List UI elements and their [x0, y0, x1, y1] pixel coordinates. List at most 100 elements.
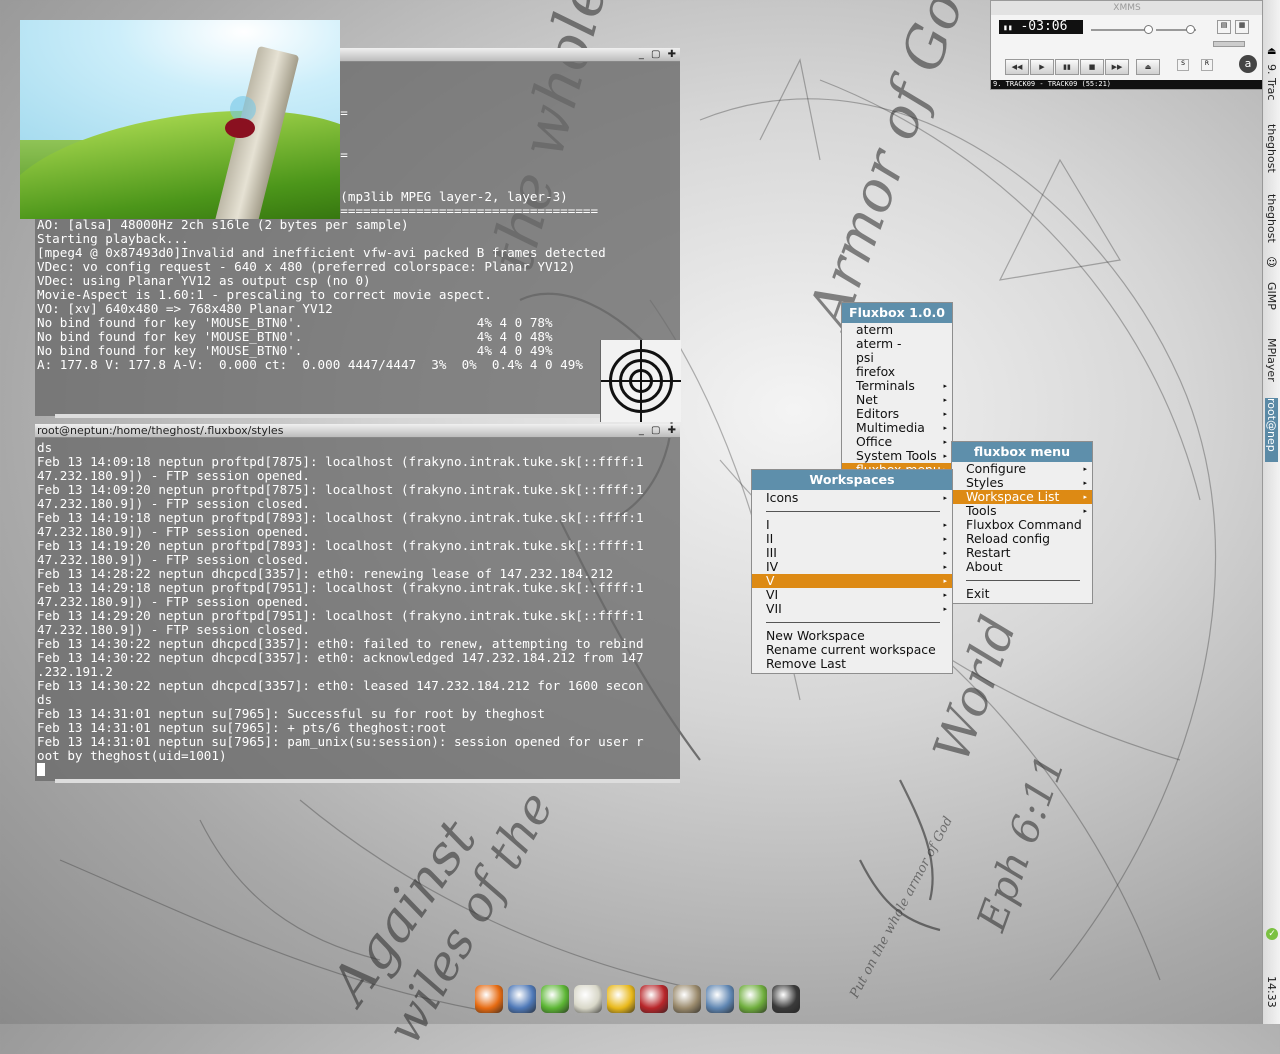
menu-item[interactable]: Multimedia ▸: [842, 421, 952, 435]
iconbar-item[interactable]: GIMP: [1265, 282, 1278, 310]
clock: 14:33: [1265, 976, 1278, 1008]
menu-item[interactable]: aterm: [842, 323, 952, 337]
flame-icon[interactable]: [772, 985, 800, 1013]
window-buttons[interactable]: _ ▢ ✚: [639, 48, 678, 61]
window-buttons[interactable]: _ ▢ ✚: [639, 424, 678, 437]
menu-item[interactable]: Restart: [952, 546, 1092, 560]
menu-item[interactable]: V ▸: [752, 574, 952, 588]
xmms-logo-icon[interactable]: a: [1239, 55, 1257, 73]
menu-item[interactable]: I ▸: [752, 518, 952, 532]
image-viewer-icon[interactable]: [706, 985, 734, 1013]
terminal-line: [mpeg4 @ 0x87493d0]Invalid and inefficie…: [37, 245, 606, 260]
menu-item[interactable]: VI ▸: [752, 588, 952, 602]
terminal-line: Feb 13 14:19:20 neptun proftpd[7893]: lo…: [37, 538, 644, 553]
iconbar-item-active[interactable]: root@nep: [1265, 398, 1278, 462]
submenu-arrow-icon: ▸: [943, 605, 947, 613]
menu-item[interactable]: Terminals ▸: [842, 379, 952, 393]
terminal-line: ds: [37, 440, 53, 455]
eq-button[interactable]: ▤: [1217, 20, 1231, 34]
gimp-icon[interactable]: [673, 985, 701, 1013]
terminal-prompt[interactable]: [37, 763, 678, 777]
menu-item[interactable]: psi: [842, 351, 952, 365]
menu-item[interactable]: Reload config: [952, 532, 1092, 546]
iconbar-item[interactable]: theghost: [1265, 124, 1278, 173]
menu-item-action[interactable]: New Workspace: [752, 629, 952, 643]
eject-icon[interactable]: ⏏: [1267, 46, 1276, 57]
play-button[interactable]: ▶: [1030, 59, 1054, 75]
menu-item[interactable]: VII ▸: [752, 602, 952, 616]
menu-item-label: V: [766, 573, 775, 588]
mplayer-terminal-titlebar[interactable]: _ ▢ ✚: [340, 48, 680, 62]
menu-separator: [966, 580, 1080, 581]
log-terminal[interactable]: root@neptun:/home/theghost/.fluxbox/styl…: [35, 424, 680, 783]
menu-separator: [766, 622, 940, 623]
play-indicator: ▮▮: [1003, 23, 1013, 32]
iconbar-item[interactable]: MPlayer: [1265, 338, 1278, 382]
menu-item-action[interactable]: Rename current workspace: [752, 643, 952, 657]
menu-item[interactable]: IV ▸: [752, 560, 952, 574]
menu-item[interactable]: firefox: [842, 365, 952, 379]
next-button[interactable]: ▶▶: [1105, 59, 1129, 75]
menu-item-action[interactable]: Remove Last: [752, 657, 952, 671]
menu-item[interactable]: Fluxbox Command: [952, 518, 1092, 532]
menu-item-exit[interactable]: Exit: [952, 587, 1092, 601]
menu-item[interactable]: Net ▸: [842, 393, 952, 407]
music-icon[interactable]: [739, 985, 767, 1013]
iconbar-item[interactable]: 9. Trac: [1265, 64, 1278, 100]
skype-icon[interactable]: [541, 985, 569, 1013]
menu-item-label: Multimedia: [856, 420, 925, 435]
dictionary-icon[interactable]: [640, 985, 668, 1013]
menu-item[interactable]: System Tools ▸: [842, 449, 952, 463]
video-window[interactable]: [20, 20, 340, 219]
menu-item-label: VII: [766, 601, 782, 616]
iconbar-item[interactable]: theghost: [1265, 194, 1278, 243]
scrollbar[interactable]: [55, 414, 680, 418]
menu-item[interactable]: Office ▸: [842, 435, 952, 449]
firefox-icon[interactable]: [475, 985, 503, 1013]
submenu-arrow-icon: ▸: [943, 424, 947, 432]
repeat-button[interactable]: R: [1201, 59, 1213, 71]
lightbulb-icon[interactable]: [574, 985, 602, 1013]
volume-slider[interactable]: [1091, 29, 1151, 31]
terminal-line: AO: [alsa] 48000Hz 2ch s16le (2 bytes pe…: [37, 217, 409, 232]
menu-item[interactable]: Editors ▸: [842, 407, 952, 421]
terminal-line: Feb 13 14:19:18 neptun proftpd[7893]: lo…: [37, 510, 644, 525]
seek-slider[interactable]: [1213, 41, 1245, 47]
menu-item[interactable]: aterm -: [842, 337, 952, 351]
menu-title: Workspaces: [752, 470, 952, 490]
previous-button[interactable]: ◀◀: [1005, 59, 1029, 75]
track-title: 9. TRACK09 - TRACK09 (55:21): [991, 80, 1263, 89]
menu-item[interactable]: Tools ▸: [952, 504, 1092, 518]
volume-knob[interactable]: [1144, 25, 1153, 34]
menu-item[interactable]: III ▸: [752, 546, 952, 560]
playlist-button[interactable]: ▦: [1235, 20, 1249, 34]
terminal-line: Feb 13 14:29:20 neptun proftpd[7951]: lo…: [37, 608, 644, 623]
submenu-arrow-icon: ▸: [1083, 465, 1087, 473]
submenu-arrow-icon: ▸: [943, 452, 947, 460]
balance-knob[interactable]: [1186, 25, 1195, 34]
workspaces-menu: Workspaces Icons ▸ I ▸ II ▸ III ▸ IV ▸ V ▸ VI ▸ VII ▸…: [751, 469, 953, 674]
shuffle-button[interactable]: S: [1177, 59, 1189, 71]
menu-item-icons[interactable]: Icons ▸: [752, 491, 952, 505]
terminal-line: Feb 13 14:31:01 neptun su[7965]: pam_uni…: [37, 734, 644, 749]
menu-item-label: aterm: [856, 322, 894, 337]
menu-item[interactable]: Configure ▸: [952, 462, 1092, 476]
stop-button[interactable]: ■: [1080, 59, 1104, 75]
scrollbar[interactable]: [55, 779, 680, 783]
terminal-line: oot by theghost(uid=1001): [37, 748, 227, 763]
files-icon[interactable]: [607, 985, 635, 1013]
terminal-line: No bind found for key 'MOUSE_BTN0'. 4% 4…: [37, 315, 553, 330]
menu-item[interactable]: Workspace List ▸: [952, 490, 1092, 504]
eject-button[interactable]: ⏏: [1136, 59, 1160, 75]
terminal-line: ds: [37, 692, 53, 707]
log-terminal-titlebar[interactable]: root@neptun:/home/theghost/.fluxbox/styl…: [35, 424, 680, 438]
iconbar: ⏏ 9. Trac theghost theghost ☺ GIMP MPlay…: [1262, 0, 1280, 1024]
menu-item[interactable]: Styles ▸: [952, 476, 1092, 490]
terminal-line: 47.232.180.9]) - FTP session opened.: [37, 594, 310, 609]
menu-item[interactable]: About: [952, 560, 1092, 574]
menu-item[interactable]: II ▸: [752, 532, 952, 546]
pause-button[interactable]: ▮▮: [1055, 59, 1079, 75]
thunderbird-icon[interactable]: [508, 985, 536, 1013]
status-icon[interactable]: ✓: [1266, 928, 1278, 940]
media-player[interactable]: XMMS ▮▮ -03:06 ▤ ▦ ◀◀ ▶ ▮▮ ■ ▶▶ ⏏ S R a 9. TR…: [990, 0, 1264, 90]
